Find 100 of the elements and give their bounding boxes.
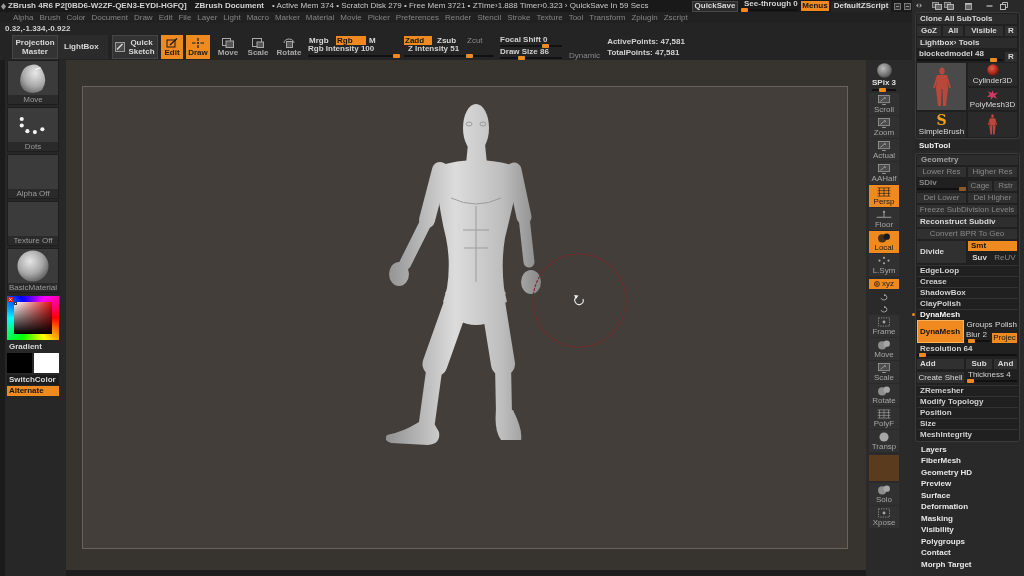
shelf-button[interactable]: L.Sym: [869, 254, 899, 276]
tool-thumbnail[interactable]: PolyMesh3D: [968, 88, 1017, 110]
menu-item[interactable]: Texture: [536, 13, 563, 22]
shelf-button[interactable]: Scroll: [869, 93, 899, 115]
gradient-button[interactable]: Gradient: [7, 342, 59, 352]
slider-thumb[interactable]: [518, 56, 526, 60]
palette-header[interactable]: Layers: [915, 444, 1020, 456]
clone-all-subtools-button[interactable]: Clone All SubTools: [917, 14, 1017, 24]
quick-sketch-button[interactable]: Quick Sketch: [112, 35, 158, 59]
brush-thumbnail[interactable]: Move: [7, 60, 59, 105]
quicksave-button[interactable]: QuickSave: [692, 0, 738, 12]
project-button[interactable]: Projec: [992, 333, 1017, 343]
slider-thumb[interactable]: [966, 379, 974, 383]
slider-thumb[interactable]: [741, 8, 748, 12]
edit-button[interactable]: Edit: [161, 35, 183, 59]
color-field[interactable]: [14, 302, 52, 334]
z-mode-button[interactable]: Zsub: [436, 36, 460, 45]
subpalette-header[interactable]: Position: [917, 407, 1018, 418]
palette-header[interactable]: Surface: [915, 490, 1020, 502]
menu-item[interactable]: Marker: [274, 13, 300, 22]
slider-thumb[interactable]: [878, 88, 886, 92]
tool-option-button[interactable]: All: [943, 26, 963, 36]
box-icon[interactable]: [965, 1, 972, 10]
document-canvas[interactable]: [82, 86, 848, 549]
subpalette-header[interactable]: ShadowBox: [917, 287, 1018, 298]
dynamesh-button[interactable]: DynaMesh: [917, 320, 964, 343]
palette-header[interactable]: Polygroups: [915, 536, 1020, 548]
menu-item[interactable]: Layer: [197, 13, 218, 22]
window-icon[interactable]: [894, 2, 901, 10]
menu-item[interactable]: Material: [305, 13, 335, 22]
texture-thumbnail[interactable]: Texture Off: [7, 201, 59, 246]
palette-header[interactable]: Contact: [915, 547, 1020, 559]
dynamic-button[interactable]: Dynamic: [568, 51, 602, 60]
slider-thumb[interactable]: [989, 58, 997, 62]
menu-item[interactable]: Zscript: [663, 13, 688, 22]
menu-item[interactable]: Preferences: [395, 13, 439, 22]
slider-thumb[interactable]: [466, 54, 474, 58]
menu-item[interactable]: Stencil: [477, 13, 502, 22]
menu-item[interactable]: Document: [91, 13, 128, 22]
shelf-button[interactable]: Frame: [869, 315, 899, 337]
menu-item[interactable]: File: [178, 13, 192, 22]
divide-button[interactable]: Divide: [917, 241, 966, 263]
lightbox-tools-button[interactable]: Lightbox› Tools: [917, 38, 1017, 48]
shelf-button[interactable]: Local: [869, 231, 899, 253]
stroke-thumbnail[interactable]: Dots: [7, 107, 59, 152]
color-swatch-icon[interactable]: [7, 353, 32, 373]
reconstruct-subdiv-button[interactable]: Reconstruct Subdiv: [917, 217, 1017, 227]
tool-option-button[interactable]: GoZ: [917, 26, 941, 36]
menu-item[interactable]: Macro: [246, 13, 269, 22]
subpalette-header[interactable]: MeshIntegrity: [917, 429, 1018, 440]
sub-button[interactable]: Sub: [966, 359, 992, 369]
shelf-button[interactable]: Scale: [869, 361, 899, 383]
slider-track[interactable]: [966, 339, 990, 343]
geometry-header[interactable]: Geometry: [917, 155, 1018, 165]
color-mode-button[interactable]: Mrgb: [308, 36, 334, 45]
color-mode-button[interactable]: M: [368, 36, 380, 45]
create-shell-button[interactable]: Create Shell: [917, 372, 964, 383]
tool-option-button[interactable]: R: [1005, 26, 1017, 36]
suv-button[interactable]: Suv: [968, 253, 991, 263]
arrows-icon[interactable]: [916, 3, 922, 8]
tool-thumbnail[interactable]: [968, 112, 1017, 137]
shelf-button[interactable]: Actual: [869, 139, 899, 161]
slider-track[interactable]: [917, 58, 1003, 62]
palette-header[interactable]: Geometry HD: [915, 467, 1020, 479]
tool-option-button[interactable]: Visible: [965, 26, 1003, 36]
menu-item[interactable]: Zplugin: [631, 13, 658, 22]
alpha-thumbnail[interactable]: Alpha Off: [7, 154, 59, 199]
shelf-button[interactable]: Persp: [869, 185, 899, 207]
shelf-button[interactable]: Transp: [869, 430, 899, 452]
color-mode-button[interactable]: Rgb: [336, 36, 366, 45]
palette-header[interactable]: FiberMesh: [915, 455, 1020, 467]
z-mode-button[interactable]: Zadd: [404, 36, 432, 45]
palette-header[interactable]: Visibility: [915, 524, 1020, 536]
menu-item[interactable]: Transform: [589, 13, 626, 22]
palette-header[interactable]: Morph Target: [915, 559, 1020, 571]
blank-tile[interactable]: [869, 455, 899, 481]
projection-master-button[interactable]: Projection Master: [12, 35, 58, 59]
draw-button[interactable]: Draw: [186, 35, 210, 59]
move-button[interactable]: Move: [215, 35, 241, 59]
smt-button[interactable]: Smt: [968, 241, 1017, 251]
subpalette-header[interactable]: ClayPolish: [917, 298, 1018, 309]
slider-thumb[interactable]: [967, 339, 975, 343]
tool-thumbnail[interactable]: Cylinder3D: [968, 63, 1017, 86]
color-picker[interactable]: [7, 296, 59, 340]
subpalette-header[interactable]: Crease: [917, 276, 1018, 287]
slider-thumb[interactable]: [542, 44, 550, 48]
switch-color-button[interactable]: SwitchColor: [7, 375, 59, 385]
slider-thumb[interactable]: [918, 353, 926, 357]
shelf-button[interactable]: AAHalf: [869, 162, 899, 184]
shelf-button[interactable]: Rotate: [869, 384, 899, 406]
window-icon[interactable]: [904, 2, 911, 10]
menu-item[interactable]: Picker: [367, 13, 390, 22]
shelf-button[interactable]: Solo: [869, 483, 899, 505]
menu-item[interactable]: Draw: [133, 13, 153, 22]
subpalette-header[interactable]: EdgeLoop: [917, 265, 1018, 276]
shelf-button[interactable]: PolyF: [869, 407, 899, 429]
lightbox-button[interactable]: LightBox: [58, 35, 108, 59]
menu-item[interactable]: Movie: [340, 13, 362, 22]
shelf-button[interactable]: Xpose: [869, 506, 899, 528]
script-button[interactable]: DefaultZScript: [831, 0, 891, 12]
